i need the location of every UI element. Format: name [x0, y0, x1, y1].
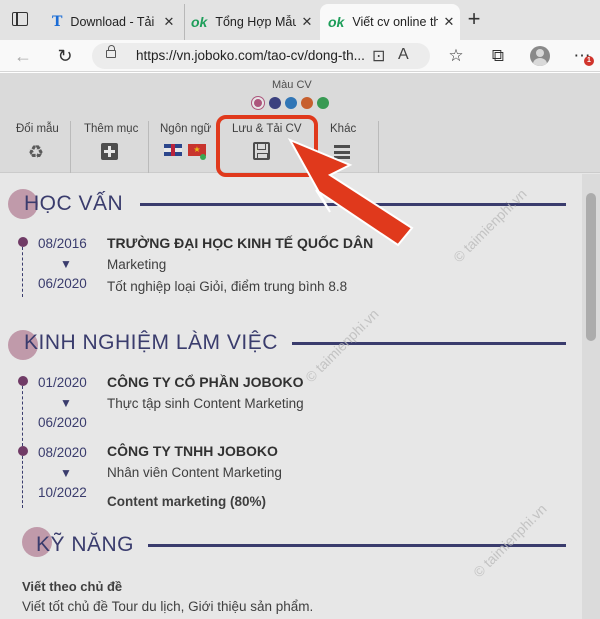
timeline-line — [22, 456, 24, 508]
color-swatch[interactable] — [269, 97, 281, 109]
refresh-icon[interactable]: ↻ — [52, 44, 78, 68]
close-tab-icon[interactable]: ✕ — [438, 14, 460, 30]
timeline-dot — [18, 446, 28, 456]
favicon-ok-icon: ok — [328, 14, 345, 30]
address-bar: ← ↻ https://vn.joboko.com/tao-cv/dong-th… — [0, 40, 600, 72]
watermark-text: © taimienphi.vn — [470, 500, 550, 581]
url-field[interactable]: https://vn.joboko.com/tao-cv/dong-th... … — [92, 43, 430, 69]
end-date: 06/2020 — [38, 415, 87, 430]
tab-bar: T Download - Tải ✕ ok Tổng Hợp Mẫu ✕ ok … — [0, 0, 600, 40]
education-note: Tốt nghiệp loại Giỏi, điểm trung bình 8.… — [107, 279, 348, 294]
timeline-dot — [18, 237, 28, 247]
new-tab-icon[interactable]: + — [462, 8, 486, 32]
tab-title: Download - Tải — [70, 15, 155, 29]
color-swatch[interactable] — [317, 97, 329, 109]
skill-description: Viết tốt chủ đề Tour du lịch, Giới thiệu… — [22, 599, 314, 614]
more-button[interactable]: Khác — [330, 123, 356, 135]
divider — [148, 121, 149, 173]
section-title-experience: KINH NGHIỆM LÀM VIỆC — [24, 331, 278, 354]
profile-icon[interactable] — [530, 46, 550, 66]
page-icon[interactable]: ⊡ — [372, 46, 385, 66]
tool-label: Khác — [330, 123, 357, 135]
start-date: 01/2020 — [38, 375, 87, 390]
section-title-education: HỌC VẤN — [24, 192, 124, 215]
favicon-t-icon: T — [52, 14, 63, 30]
major: Marketing — [107, 257, 167, 272]
job-detail: Content marketing (80%) — [107, 494, 267, 509]
divider — [378, 121, 379, 173]
tool-label: Thêm mục — [84, 123, 139, 135]
flag-uk-icon[interactable] — [164, 144, 182, 156]
timeline-line — [22, 386, 24, 446]
lock-icon — [106, 45, 116, 58]
arrow-down-icon: ▼ — [60, 396, 72, 410]
timeline-line — [22, 247, 24, 297]
timeline-dot — [18, 376, 28, 386]
divider — [70, 121, 71, 173]
job-role: Nhân viên Content Marketing — [107, 465, 282, 480]
notification-badge: 1 — [584, 56, 594, 66]
company-name: CÔNG TY CỔ PHẦN JOBOKO — [107, 374, 304, 390]
scrollbar-thumb[interactable] — [586, 193, 596, 341]
color-swatch[interactable] — [301, 97, 313, 109]
tab-tong-hop[interactable]: ok Tổng Hợp Mẫu ✕ — [184, 4, 318, 40]
collections-icon[interactable]: ⧉ — [486, 44, 510, 68]
watermark-text: © taimienphi.vn — [450, 185, 530, 266]
company-name: CÔNG TY TNHH JOBOKO — [107, 443, 278, 459]
tool-label: Đổi mẫu — [16, 123, 59, 135]
start-date: 08/2020 — [38, 445, 87, 460]
language-button[interactable]: Ngôn ngữ — [160, 123, 211, 135]
color-swatch[interactable] — [285, 97, 297, 109]
read-aloud-icon[interactable]: A — [398, 46, 409, 64]
school-name: TRƯỜNG ĐẠI HỌC KINH TẾ QUỐC DÂN — [107, 235, 374, 251]
plus-square-icon[interactable] — [101, 143, 118, 160]
add-section-button[interactable]: Thêm mục — [84, 123, 138, 135]
end-date: 06/2020 — [38, 276, 87, 291]
tab-download[interactable]: T Download - Tải ✕ — [46, 4, 180, 40]
arrow-down-icon: ▼ — [60, 257, 72, 271]
recycle-icon[interactable]: ♻ — [26, 143, 46, 161]
cv-document: HỌC VẤN 08/2016 ▼ 06/2020 TRƯỜNG ĐẠI HỌC… — [0, 174, 582, 619]
skill-name: Viết theo chủ đề — [22, 579, 123, 594]
start-date: 08/2016 — [38, 236, 87, 251]
end-date: 10/2022 — [38, 485, 87, 500]
watermark-text: © taimienphi.vn — [302, 305, 382, 386]
close-tab-icon[interactable]: ✕ — [296, 14, 318, 30]
menu-icon[interactable] — [334, 145, 350, 159]
back-icon[interactable]: ← — [10, 44, 36, 68]
tab-actions-icon[interactable] — [12, 12, 28, 26]
job-role: Thực tập sinh Content Marketing — [107, 396, 304, 411]
close-tab-icon[interactable]: ✕ — [158, 14, 180, 30]
tab-title: Viết cv online th — [352, 15, 438, 29]
url-text: https://vn.joboko.com/tao-cv/dong-th... — [136, 48, 365, 63]
arrow-down-icon: ▼ — [60, 466, 72, 480]
color-label: Màu CV — [272, 79, 312, 91]
change-template-button[interactable]: Đổi mẫu — [16, 123, 59, 135]
section-title-skills: KỸ NĂNG — [36, 533, 135, 556]
highlight-box — [216, 115, 318, 177]
tab-title: Tổng Hợp Mẫu — [215, 15, 296, 29]
tool-label: Ngôn ngữ — [160, 123, 212, 135]
favorites-icon[interactable]: ☆ — [444, 44, 468, 68]
tab-viet-cv-active[interactable]: ok Viết cv online th ✕ — [320, 4, 460, 40]
selected-dot-icon — [200, 154, 206, 160]
favicon-ok-icon: ok — [191, 14, 208, 30]
color-swatch[interactable] — [252, 97, 264, 109]
